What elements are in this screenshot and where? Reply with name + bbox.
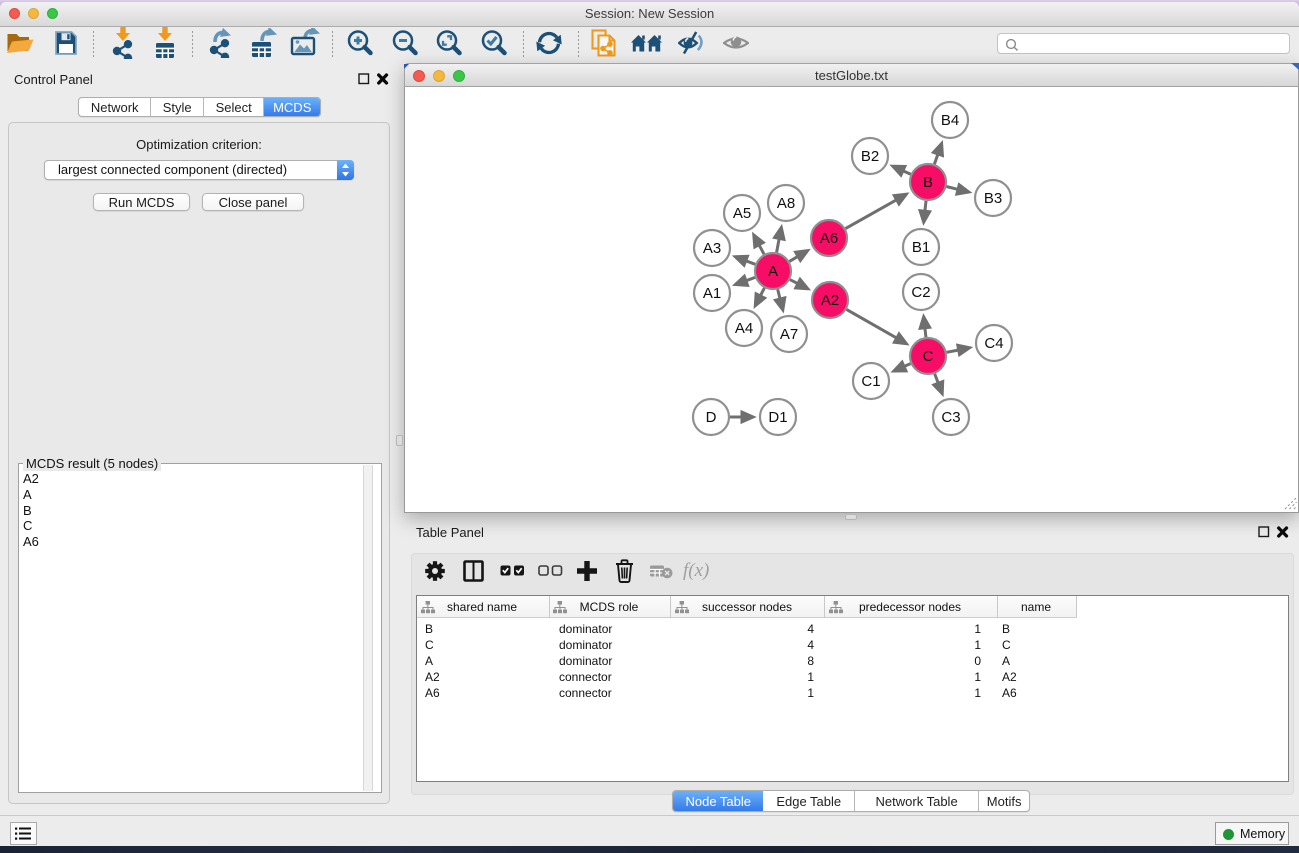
svg-text:A4: A4 bbox=[735, 320, 753, 337]
svg-text:B2: B2 bbox=[861, 148, 879, 165]
svg-text:C3: C3 bbox=[941, 409, 960, 426]
svg-text:D1: D1 bbox=[768, 409, 787, 426]
svg-text:C4: C4 bbox=[984, 335, 1003, 352]
svg-text:D: D bbox=[706, 409, 717, 426]
svg-text:C2: C2 bbox=[911, 284, 930, 301]
svg-text:C1: C1 bbox=[861, 373, 880, 390]
svg-text:B1: B1 bbox=[912, 239, 930, 256]
svg-text:B4: B4 bbox=[941, 112, 959, 129]
svg-text:B3: B3 bbox=[984, 190, 1002, 207]
svg-text:A5: A5 bbox=[733, 205, 751, 222]
svg-text:C: C bbox=[923, 348, 934, 365]
svg-text:A: A bbox=[768, 263, 778, 280]
svg-text:A8: A8 bbox=[777, 195, 795, 212]
svg-text:B: B bbox=[923, 174, 933, 191]
svg-text:A6: A6 bbox=[820, 230, 838, 247]
svg-text:A7: A7 bbox=[780, 326, 798, 343]
svg-text:A1: A1 bbox=[703, 285, 721, 302]
svg-text:A2: A2 bbox=[821, 292, 839, 309]
svg-text:A3: A3 bbox=[703, 240, 721, 257]
